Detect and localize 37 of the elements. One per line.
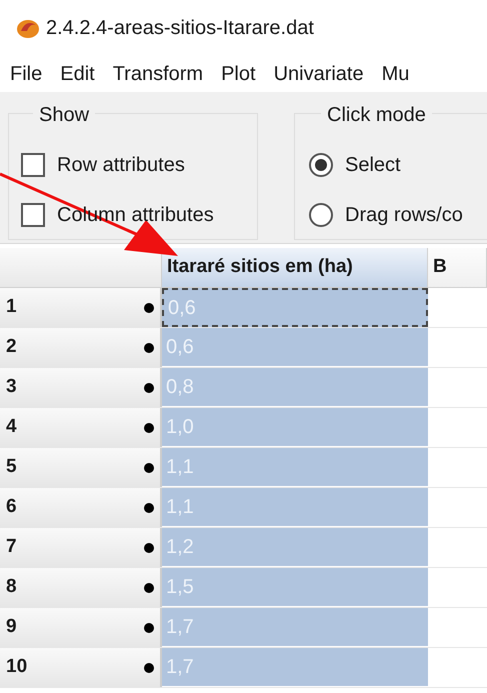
menu-item[interactable]: Mu	[382, 59, 410, 89]
row-number: 4	[6, 415, 17, 440]
window-title: 2.4.2.4-areas-sitios-Itarare.dat	[46, 16, 314, 41]
radio-button[interactable]	[309, 153, 333, 177]
menu-item[interactable]: Edit	[60, 59, 95, 89]
row-header[interactable]: 1	[0, 288, 162, 327]
row-header[interactable]: 3	[0, 368, 162, 407]
column-header[interactable]: B	[428, 248, 487, 287]
checkbox-label: Row attributes	[57, 153, 185, 178]
row-number: 1	[6, 295, 17, 320]
row-header[interactable]: 7	[0, 528, 162, 567]
radio-button[interactable]	[309, 203, 333, 227]
row-header[interactable]: 4	[0, 408, 162, 447]
menu-item[interactable]: Univariate	[274, 59, 364, 89]
row-number: 3	[6, 375, 17, 400]
menu-item[interactable]: File	[10, 59, 42, 89]
radio-label: Select	[345, 153, 401, 178]
menu-item[interactable]: Plot	[221, 59, 256, 89]
row-header[interactable]: 10	[0, 648, 162, 687]
row-header[interactable]: 9	[0, 608, 162, 647]
radio-label: Drag rows/co	[345, 203, 463, 228]
column-header[interactable]: Itararé sitios em (ha)	[162, 248, 428, 287]
checkbox[interactable]	[21, 203, 45, 227]
row-number: 9	[6, 615, 17, 640]
row-number: 6	[6, 495, 17, 520]
row-number: 7	[6, 535, 17, 560]
checkbox[interactable]	[21, 153, 45, 177]
row-number: 5	[6, 455, 17, 480]
row-header[interactable]: 6	[0, 488, 162, 527]
row-header[interactable]: 2	[0, 328, 162, 367]
app-logo-icon	[16, 17, 40, 39]
row-header[interactable]: 5	[0, 448, 162, 487]
menu-item[interactable]: Transform	[112, 59, 204, 89]
row-header[interactable]: 8	[0, 568, 162, 607]
row-number: 10	[6, 655, 28, 680]
row-number: 8	[6, 575, 17, 600]
row-number: 2	[6, 335, 17, 360]
